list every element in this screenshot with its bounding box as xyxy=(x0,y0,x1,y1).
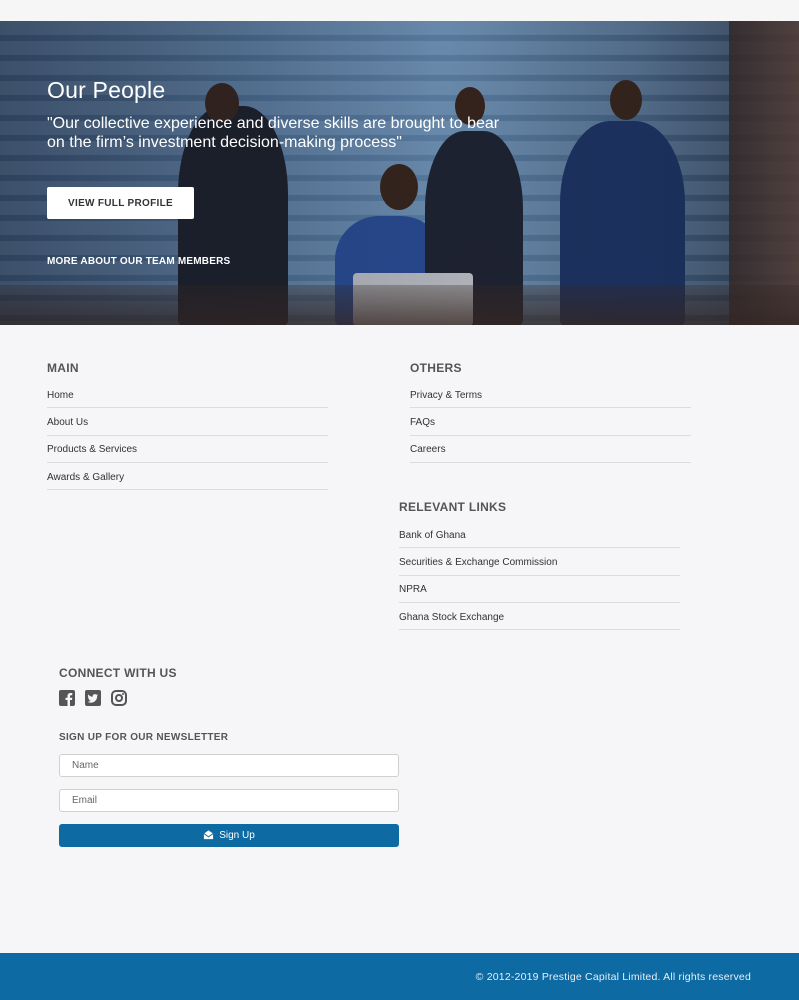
relevant-link-bank-of-ghana[interactable]: Bank of Ghana xyxy=(399,530,466,541)
others-link-faqs[interactable]: FAQs xyxy=(410,417,435,428)
newsletter-name-input[interactable] xyxy=(59,754,399,777)
hero-title: Our People xyxy=(47,77,166,103)
list-item: Home xyxy=(47,381,328,409)
relevant-link-ghana-stock-exchange[interactable]: Ghana Stock Exchange xyxy=(399,612,504,623)
instagram-icon[interactable] xyxy=(111,690,127,706)
others-link-careers[interactable]: Careers xyxy=(410,444,446,455)
newsletter-title: SIGN UP FOR OUR NEWSLETTER xyxy=(59,732,229,743)
sign-up-label: Sign Up xyxy=(219,830,255,841)
top-bar xyxy=(0,0,799,21)
list-item: Products & Services xyxy=(47,436,328,463)
list-item: Bank of Ghana xyxy=(399,521,680,549)
list-item: Ghana Stock Exchange xyxy=(399,603,680,631)
our-people-hero: Our People "Our collective experience an… xyxy=(0,21,799,325)
relevant-link-npra[interactable]: NPRA xyxy=(399,584,427,595)
newsletter-email-input[interactable] xyxy=(59,789,399,812)
list-item: Careers xyxy=(410,436,691,463)
main-link-about-us[interactable]: About Us xyxy=(47,417,88,428)
main-links-list: Home About Us Products & Services Awards… xyxy=(47,381,328,491)
main-link-products-services[interactable]: Products & Services xyxy=(47,444,137,455)
envelope-open-icon xyxy=(203,829,214,843)
main-link-awards-gallery[interactable]: Awards & Gallery xyxy=(47,472,124,483)
relevant-links-title: RELEVANT LINKS xyxy=(399,500,507,514)
main-links-title: MAIN xyxy=(47,361,79,375)
copyright-text: © 2012-2019 Prestige Capital Limited. Al… xyxy=(475,971,751,983)
others-link-privacy-terms[interactable]: Privacy & Terms xyxy=(410,390,482,401)
relevant-link-sec[interactable]: Securities & Exchange Commission xyxy=(399,557,557,568)
facebook-icon[interactable] xyxy=(59,690,75,706)
main-link-home[interactable]: Home xyxy=(47,390,74,401)
page-footer: © 2012-2019 Prestige Capital Limited. Al… xyxy=(0,953,799,1000)
more-about-team-link[interactable]: MORE ABOUT OUR TEAM MEMBERS xyxy=(47,256,230,267)
list-item: About Us xyxy=(47,408,328,436)
list-item: Awards & Gallery xyxy=(47,463,328,491)
hero-quote: "Our collective experience and diverse s… xyxy=(47,115,500,151)
hero-overlay xyxy=(0,21,799,325)
list-item: Privacy & Terms xyxy=(410,381,691,409)
list-item: Securities & Exchange Commission xyxy=(399,548,680,576)
list-item: FAQs xyxy=(410,408,691,436)
others-links-list: Privacy & Terms FAQs Careers xyxy=(410,381,691,463)
list-item: NPRA xyxy=(399,576,680,603)
sign-up-button[interactable]: Sign Up xyxy=(59,824,399,847)
others-links-title: OTHERS xyxy=(410,361,462,375)
connect-title: CONNECT WITH US xyxy=(59,666,177,680)
relevant-links-list: Bank of Ghana Securities & Exchange Comm… xyxy=(399,521,680,631)
twitter-icon[interactable] xyxy=(85,690,101,706)
view-full-profile-button[interactable]: VIEW FULL PROFILE xyxy=(47,187,194,219)
